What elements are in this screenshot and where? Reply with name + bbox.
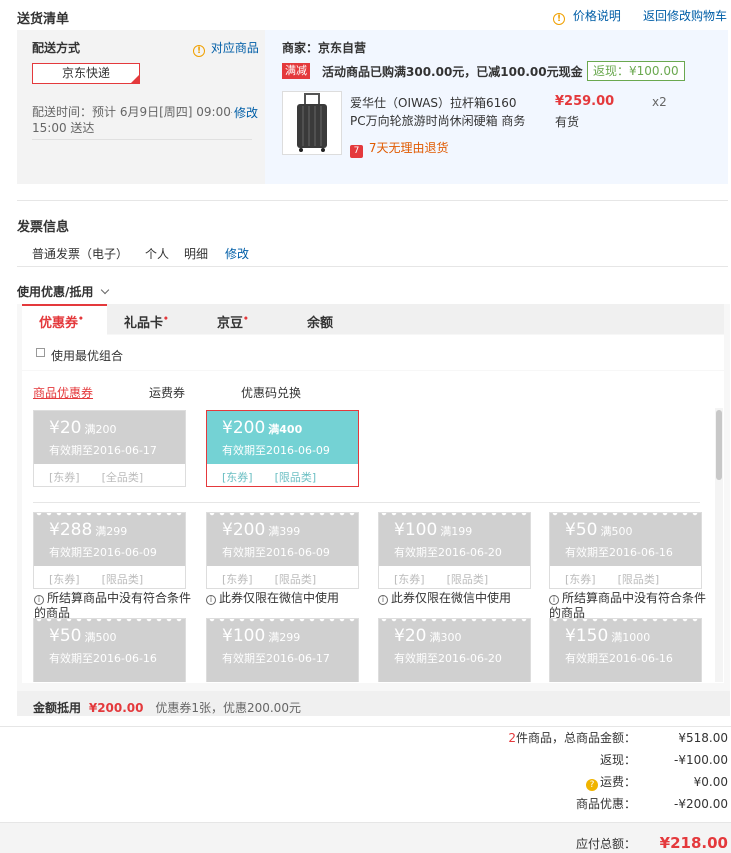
info-icon: ! [553, 13, 565, 25]
cashback-badge: 返现：¥100.00 [587, 61, 685, 81]
divider [17, 200, 728, 201]
divider [17, 266, 728, 267]
product-qty: x2 [652, 95, 667, 109]
divider [33, 502, 700, 503]
coupon-card[interactable]: ¥20 满200 有效期至2016-06-17 [东券] [全品类] [33, 410, 186, 487]
promo-badge: 满减 [282, 63, 310, 79]
subtab-promo-code[interactable]: 优惠码兑换 [241, 384, 301, 401]
return-policy: 7 7天无理由退货 [350, 139, 448, 158]
coupon-row-clip: ¥50 满500 有效期至2016-06-16 ¥100 满299 有效期至2016-0… [22, 618, 714, 682]
section-title-invoice: 发票信息 [17, 220, 70, 235]
divider [32, 139, 252, 140]
shipping-row: ? 运费： ¥0.00 [460, 773, 728, 791]
tab-gift-cards[interactable]: 礼品卡• [124, 312, 169, 331]
chevron-down-icon [100, 285, 109, 295]
best-combo-label: 使用最优组合 [51, 349, 124, 363]
coupon-note: i 所结算商品中没有符合条件的商品 [549, 591, 707, 620]
return-policy-icon: 7 [350, 145, 363, 158]
info-icon: i [549, 595, 559, 605]
coupon-card-disabled: ¥20 满300 有效期至2016-06-20 [378, 618, 531, 682]
total-items-row: 2件商品，总商品金额： ¥518.00 [508, 731, 728, 745]
selected-corner-icon [131, 75, 139, 83]
info-icon: i [34, 595, 44, 605]
discount-summary: 金额抵用 ¥200.00 优惠券1张，优惠200.00元 [33, 701, 301, 715]
price-info-link[interactable]: ! 价格说明 [553, 7, 621, 25]
subtab-shipping-coupons[interactable]: 运费券 [149, 384, 185, 401]
tab-jd-beans[interactable]: 京豆• [217, 312, 249, 331]
info-icon: i [378, 595, 388, 605]
coupon-scrollbar[interactable] [715, 408, 723, 682]
shipping-option-jd-express[interactable]: 京东快递 [32, 63, 140, 84]
item-total: ¥518.00 [678, 731, 728, 745]
product-name-link[interactable]: 爱华仕（OIWAS）拉杆箱6160 PC万向轮旅游时尚休闲硬箱 商务 [350, 94, 532, 130]
invoice-title: 个人 [145, 247, 170, 261]
coupon-card-disabled: ¥50 满500 有效期至2016-06-16 [东券] [限品类] [549, 512, 702, 589]
coupon-card-disabled: ¥100 满199 有效期至2016-06-20 [东券] [限品类] [378, 512, 531, 589]
product-stock: 有货 [555, 115, 580, 129]
divider [0, 726, 731, 727]
invoice-type: 普通发票（电子） [32, 247, 129, 261]
shipping-amount: ¥0.00 [693, 775, 728, 789]
delivery-time-edit-link[interactable]: 修改 [232, 104, 259, 121]
coupon-card-disabled: ¥100 满299 有效期至2016-06-17 [206, 618, 359, 682]
invoice-edit-link[interactable]: 修改 [225, 245, 249, 262]
back-to-cart-link[interactable]: 返回修改购物车 [643, 7, 727, 24]
coupon-note: i 所结算商品中没有符合条件的商品 [34, 591, 192, 620]
coupon-card-disabled: ¥288 满299 有效期至2016-06-09 [东券] [限品类] [33, 512, 186, 589]
info-icon: i [206, 595, 216, 605]
subtab-product-coupons[interactable]: 商品优惠券 [33, 384, 93, 401]
coupon-card-disabled: ¥50 满500 有效期至2016-06-16 [33, 618, 186, 682]
discount-section-toggle[interactable]: 使用优惠/抵用 [17, 283, 109, 300]
shipping-method-label: 配送方式 [32, 41, 81, 55]
coupon-note: i 此券仅限在微信中使用 [378, 591, 538, 606]
invoice-content: 明细 [184, 247, 209, 261]
scrollbar-thumb[interactable] [716, 410, 722, 480]
coupon-card-disabled: ¥150 满1000 有效期至2016-06-16 [549, 618, 702, 682]
product-image[interactable] [282, 91, 342, 155]
product-price: ¥259.00 [555, 94, 615, 109]
tab-balance[interactable]: 余额 [307, 312, 333, 331]
luggage-icon [297, 93, 327, 152]
product-discount-amount: -¥200.00 [674, 797, 728, 811]
coupon-note: i 此券仅限在微信中使用 [206, 591, 366, 606]
matched-items-link[interactable]: ! 对应商品 [193, 39, 259, 57]
best-combo-checkbox[interactable] [36, 348, 45, 357]
tab-coupons[interactable]: 优惠券• [39, 312, 84, 331]
promo-text: 活动商品已购满300.00元，已减100.00元现金 [322, 65, 583, 79]
best-combo-row [22, 335, 724, 370]
product-discount-row: 商品优惠： -¥200.00 [575, 797, 728, 811]
info-icon: ! [193, 45, 205, 57]
help-icon[interactable]: ? [585, 779, 598, 791]
cashback-amount: -¥100.00 [674, 753, 728, 767]
seller: 商家：京东自营 [282, 41, 367, 55]
coupon-card-selected[interactable]: ¥200 满400 有效期至2016-06-09 [东券] [限品类] [206, 410, 359, 487]
delivery-time: 配送时间：预计 6月9日[周四] 09:00-15:00 送达 [32, 105, 236, 135]
coupon-card-disabled: ¥200 满399 有效期至2016-06-09 [东券] [限品类] [206, 512, 359, 589]
section-title-delivery: 送货清单 [17, 12, 70, 27]
cashback-row: 返现： -¥100.00 [599, 753, 728, 767]
payable-row: 应付总额： ¥218.00 [575, 834, 728, 852]
payable-amount: ¥218.00 [659, 834, 728, 852]
